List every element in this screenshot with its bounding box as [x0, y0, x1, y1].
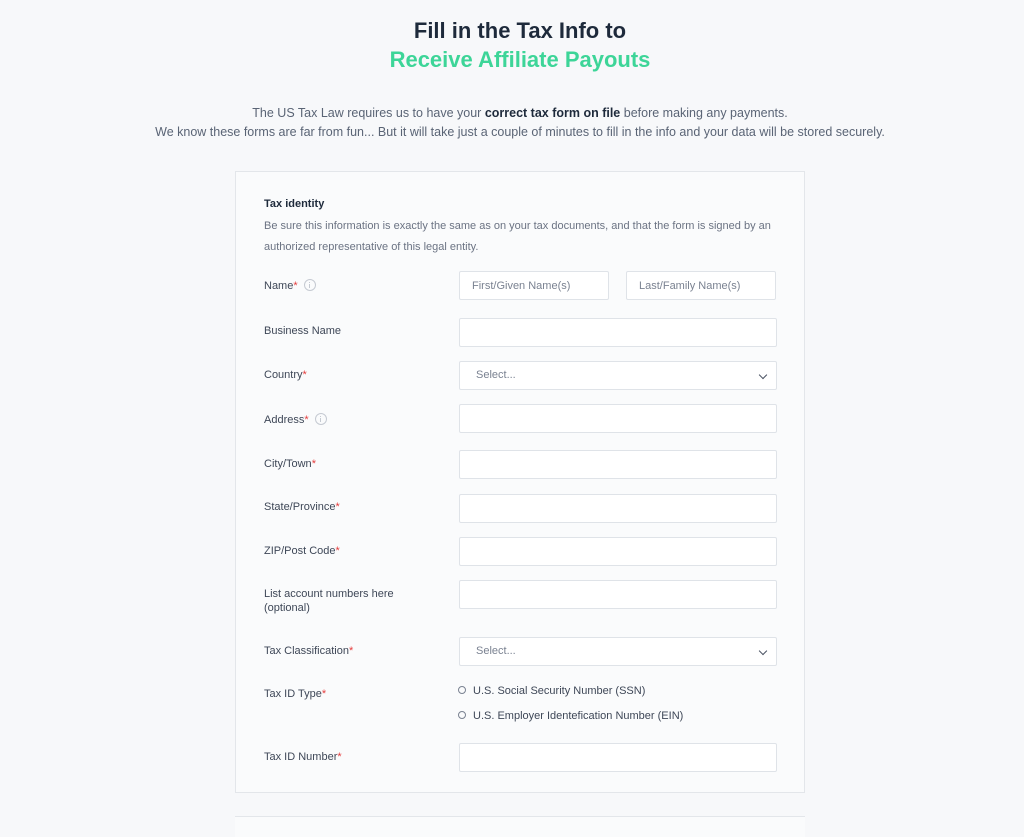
- name-label: Name*: [264, 279, 316, 293]
- page-title: Fill in the Tax Info to Receive Affiliat…: [0, 16, 1024, 74]
- name-label-text: Name: [264, 280, 294, 292]
- page-title-line1: Fill in the Tax Info to: [413, 18, 627, 43]
- address-label: Address*: [264, 413, 327, 427]
- state-input[interactable]: [459, 494, 777, 523]
- country-label-text: Country: [264, 369, 303, 381]
- required-marker: *: [337, 751, 342, 763]
- zip-label-text: ZIP/Post Code: [264, 545, 336, 557]
- radio-option-label: U.S. Employer Identefication Number (EIN…: [473, 710, 684, 722]
- tax-classification-selected-value: Select...: [476, 645, 516, 657]
- account-numbers-label: List account numbers here (optional): [264, 587, 394, 615]
- required-marker: *: [335, 545, 340, 557]
- section-description: Be sure this information is exactly the …: [264, 220, 771, 253]
- zip-input[interactable]: [459, 537, 777, 566]
- tax-id-type-label: Tax ID Type*: [264, 687, 326, 701]
- required-marker: *: [348, 645, 354, 657]
- state-label-text: State/Province: [264, 501, 336, 513]
- required-marker: *: [302, 369, 307, 381]
- intro-line2: We know these forms are far from fun... …: [155, 125, 885, 139]
- tax-classification-label-text: Tax Classification: [264, 645, 349, 657]
- tax-identity-card: Tax identity Be sure this information is…: [235, 171, 805, 793]
- info-icon[interactable]: [314, 413, 327, 425]
- required-marker: *: [304, 414, 309, 426]
- tax-id-number-input[interactable]: [459, 743, 777, 772]
- intro-line1-start: The US Tax Law requires us to have your: [252, 106, 485, 120]
- required-marker: *: [293, 280, 298, 292]
- city-label: City/Town*: [264, 457, 316, 471]
- tax-id-number-label-text: Tax ID Number: [264, 751, 338, 763]
- intro-text: The US Tax Law requires us to have your …: [0, 104, 1024, 142]
- radio-option-label: U.S. Social Security Number (SSN): [473, 685, 646, 697]
- page-title-accent: Receive Affiliate Payouts: [389, 47, 651, 72]
- city-label-text: City/Town: [264, 458, 312, 470]
- city-input[interactable]: [459, 450, 777, 479]
- country-label: Country*: [264, 368, 307, 382]
- tax-id-type-label-text: Tax ID Type: [264, 688, 322, 700]
- zip-label: ZIP/Post Code*: [264, 544, 340, 558]
- section-title: Tax identity: [264, 198, 325, 210]
- chevron-down-icon: [758, 370, 768, 380]
- info-icon[interactable]: [303, 279, 316, 291]
- required-marker: *: [335, 501, 340, 513]
- intro-line1-end: before making any payments.: [620, 106, 788, 120]
- next-card: [235, 816, 805, 837]
- tax-id-number-label: Tax ID Number*: [264, 750, 342, 764]
- state-label: State/Province*: [264, 500, 340, 514]
- tax-classification-label: Tax Classification*: [264, 644, 353, 658]
- address-input[interactable]: [459, 404, 777, 433]
- last-name-input[interactable]: [626, 271, 776, 300]
- account-numbers-input[interactable]: [459, 580, 777, 609]
- radio-option-ssn[interactable]: U.S. Social Security Number (SSN): [458, 684, 645, 698]
- tax-classification-select[interactable]: Select...: [459, 637, 777, 666]
- country-select[interactable]: Select...: [459, 361, 777, 390]
- account-numbers-label-line1: List account numbers here: [264, 588, 394, 600]
- required-marker: *: [321, 688, 327, 700]
- intro-line1: The US Tax Law requires us to have your …: [0, 104, 1024, 123]
- intro-line1-bold: correct tax form on file: [484, 106, 621, 120]
- country-selected-value: Select...: [476, 369, 516, 381]
- business-name-label: Business Name: [264, 325, 342, 337]
- radio-option-ein[interactable]: U.S. Employer Identefication Number (EIN…: [458, 709, 683, 723]
- required-marker: *: [311, 458, 316, 470]
- chevron-down-icon: [758, 646, 768, 656]
- account-numbers-label-line2: (optional): [264, 602, 310, 614]
- first-name-input[interactable]: [459, 271, 609, 300]
- address-label-text: Address: [264, 414, 305, 426]
- business-name-input[interactable]: [459, 318, 777, 347]
- radio-button[interactable]: [458, 686, 466, 694]
- radio-button[interactable]: [458, 711, 466, 719]
